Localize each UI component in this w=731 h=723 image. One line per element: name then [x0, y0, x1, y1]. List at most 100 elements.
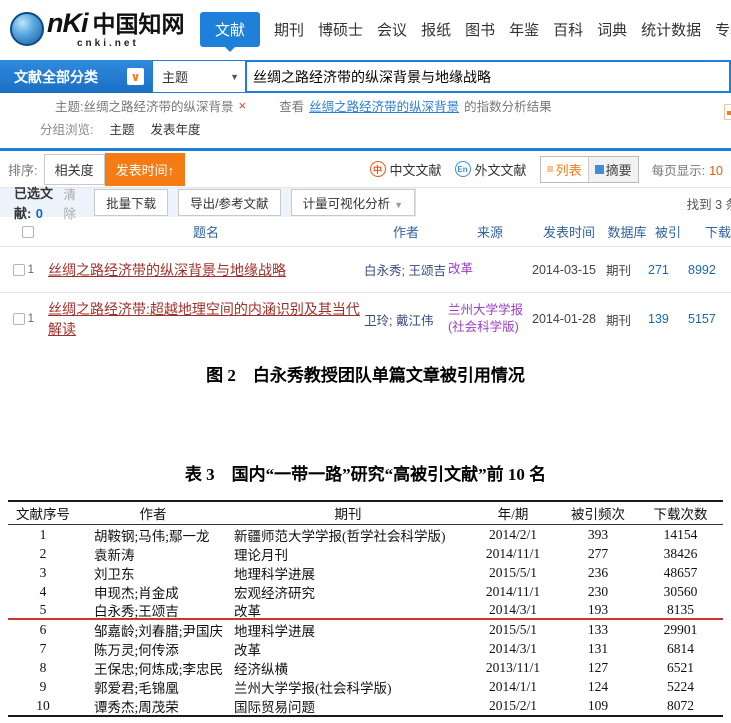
nav-item-tushu[interactable]: 图书 — [465, 19, 495, 40]
nav-item-baozhi[interactable]: 报纸 — [421, 19, 451, 40]
metrics-analysis-button[interactable]: 计量可视化分析▼ — [291, 189, 415, 216]
chinese-lit-toggle[interactable]: 中 中文文献 — [370, 160, 442, 179]
sort-toolbar: 排序: 相关度 发表时间↑ 中 中文文献 En 外文文献 ≡ 列表 摘要 — [0, 151, 731, 188]
abstract-view-button[interactable]: 摘要 — [588, 157, 638, 182]
search-field-value: 主题 — [162, 67, 188, 86]
index-analysis-link[interactable]: 丝绸之路经济带的纵深背景 — [309, 96, 459, 115]
article-downloads-link[interactable]: 5157 — [688, 312, 731, 326]
col-database[interactable]: 数据库 — [606, 222, 648, 241]
figure2-caption: 图 2 白永秀教授团队单篇文章被引用情况 — [0, 361, 731, 386]
table3-header: 文献序号 作者 期刊 年/期 被引频次 下载次数 — [8, 502, 723, 525]
select-all-checkbox[interactable] — [22, 226, 34, 238]
result-count-text: 找到 3 条 — [687, 194, 731, 213]
article-authors[interactable]: 白永秀; 王颂吉 — [364, 260, 448, 279]
nav-item-cidian[interactable]: 词典 — [597, 19, 627, 40]
col-cites[interactable]: 被引 — [648, 222, 688, 241]
cnki-logo[interactable]: nKi 中国知网 cnki.net — [10, 10, 188, 49]
globe-icon — [10, 12, 44, 46]
nav-item-boshuoshi[interactable]: 博硕士 — [318, 19, 363, 40]
clear-selection-button[interactable]: 清除 — [64, 184, 79, 222]
article-source-link[interactable]: 兰州大学学报(社会科学版) — [448, 302, 532, 336]
col-date[interactable]: 发表时间 — [532, 222, 606, 241]
table-row: 10谭秀杰;周茂荣国际贸易问题2015/2/11098072 — [8, 696, 723, 715]
category-toggle-icon[interactable]: ∨ — [127, 68, 144, 85]
foreign-lit-toggle[interactable]: En 外文文献 — [455, 160, 527, 179]
row-checkbox[interactable] — [13, 264, 25, 276]
sort-label: 排序: — [8, 160, 38, 179]
category-selector[interactable]: 文献全部分类 ∨ — [0, 60, 152, 93]
active-tab-arrow — [225, 47, 235, 52]
article-date: 2014-03-15 — [532, 263, 606, 277]
row-checkbox[interactable] — [13, 313, 25, 325]
nav-item-wenxian[interactable]: 文献 — [200, 12, 260, 47]
search-input[interactable] — [245, 60, 731, 93]
result-row: 1 丝绸之路经济带的纵深背景与地缘战略 白永秀; 王颂吉 改革 2014-03-… — [0, 247, 731, 293]
search-row: 文献全部分类 ∨ 主题 ▼ — [0, 60, 731, 93]
remove-filter-icon[interactable]: × — [238, 98, 246, 113]
abstract-icon — [595, 165, 604, 174]
article-source-link[interactable]: 改革 — [448, 261, 473, 278]
sort-time-button[interactable]: 发表时间↑ — [105, 153, 186, 186]
article-cites-link[interactable]: 271 — [648, 263, 688, 277]
chinese-lit-icon: 中 — [370, 161, 386, 177]
view-mode-toggle: ≡ 列表 摘要 — [540, 156, 639, 183]
nav-item-qikan[interactable]: 期刊 — [274, 19, 304, 40]
per-page-control[interactable]: 每页显示:10 — [652, 160, 723, 179]
chevron-down-icon: ▼ — [230, 72, 239, 82]
view-label: 查看 — [279, 96, 304, 115]
filter-tag: 主题:丝绸之路经济带的纵深背景 — [55, 96, 233, 115]
selected-count: 0 — [36, 206, 43, 221]
table-row-highlighted: 5白永秀;王颂吉改革2014/3/11938135 — [8, 601, 723, 620]
logo-nki-text: nKi — [47, 10, 88, 37]
col-title[interactable]: 题名 — [34, 222, 364, 241]
table-row: 1胡鞍钢;马伟;鄢一龙新疆师范大学学报(哲学社会科学版)2014/2/13931… — [8, 525, 723, 544]
per-page-value[interactable]: 10 — [709, 164, 723, 178]
article-date: 2014-01-28 — [532, 312, 606, 326]
article-database: 期刊 — [606, 310, 648, 329]
nav-item-zhuanli[interactable]: 专利 — [715, 19, 731, 40]
table-row: 6邹嘉龄;刘春腊;尹国庆地理科学进展2015/5/113329901 — [8, 620, 723, 639]
category-label: 文献全部分类 — [14, 67, 98, 87]
list-icon: ≡ — [547, 162, 554, 176]
chevron-down-icon: ▼ — [394, 200, 403, 210]
main-nav: 文献 期刊 博硕士 会议 报纸 图书 年鉴 百科 词典 统计数据 专利 标准 — [200, 12, 731, 47]
table-row: 9郭爱君;毛锦凰兰州大学学报(社会科学版)2014/1/11245224 — [8, 677, 723, 696]
view-suffix: 的指数分析结果 — [464, 96, 552, 115]
selected-label: 已选文献: — [14, 186, 53, 221]
nav-item-tongjishuju[interactable]: 统计数据 — [641, 19, 701, 40]
col-authors[interactable]: 作者 — [364, 222, 448, 241]
table3-title: 表 3 国内“一带一路”研究“高被引文献”前 10 名 — [0, 460, 731, 485]
table-row: 2袁新涛理论月刊2014/11/127738426 — [8, 544, 723, 563]
article-cites-link[interactable]: 139 — [648, 312, 688, 326]
table-row: 3刘卫东地理科学进展2015/5/123648657 — [8, 563, 723, 582]
table-row: 8王保忠;何炼成;李忠民经济纵横2013/11/11276521 — [8, 658, 723, 677]
article-downloads-link[interactable]: 8992 — [688, 263, 731, 277]
group-item-theme[interactable]: 主题 — [109, 119, 134, 138]
nav-item-huiyi[interactable]: 会议 — [377, 19, 407, 40]
nav-item-baike[interactable]: 百科 — [553, 19, 583, 40]
article-database: 期刊 — [606, 260, 648, 279]
table-row: 4申现杰;肖金成宏观经济研究2014/11/123030560 — [8, 582, 723, 601]
nav-item-nianjian[interactable]: 年鉴 — [509, 19, 539, 40]
table-row: 7陈万灵;何传添改革2014/3/11316814 — [8, 639, 723, 658]
foreign-lit-icon: En — [455, 161, 471, 177]
list-view-button[interactable]: ≡ 列表 — [541, 157, 588, 182]
cnki-header: nKi 中国知网 cnki.net 文献 期刊 博硕士 会议 报纸 图书 年鉴 … — [0, 0, 731, 58]
selection-toolbar: 已选文献: 0 清除 批量下载 导出/参考文献 计量可视化分析▼ 找到 3 条 — [0, 188, 731, 217]
table3: 文献序号 作者 期刊 年/期 被引频次 下载次数 1胡鞍钢;马伟;鄢一龙新疆师范… — [8, 500, 723, 717]
sort-relevance-button[interactable]: 相关度 — [44, 154, 105, 185]
logo-domain-text: cnki.net — [77, 39, 185, 49]
export-refs-button[interactable]: 导出/参考文献 — [178, 189, 280, 216]
article-title-link[interactable]: 丝绸之路经济带的纵深背景与地缘战略 — [48, 262, 286, 278]
article-title-link[interactable]: 丝绸之路经济带:超越地理空间的内涵识别及其当代解读 — [48, 301, 360, 337]
edge-partial-widget[interactable] — [724, 104, 731, 120]
batch-download-button[interactable]: 批量下载 — [94, 189, 168, 216]
col-source[interactable]: 来源 — [448, 222, 532, 241]
search-field-dropdown[interactable]: 主题 ▼ — [152, 60, 245, 93]
result-row: 1 丝绸之路经济带:超越地理空间的内涵识别及其当代解读 卫玲; 戴江伟 兰州大学… — [0, 293, 731, 345]
group-label: 分组浏览: — [40, 119, 93, 138]
col-downloads[interactable]: 下载 — [688, 222, 731, 241]
group-item-year[interactable]: 发表年度 — [151, 119, 201, 138]
article-authors[interactable]: 卫玲; 戴江伟 — [364, 310, 448, 329]
filter-row: 主题:丝绸之路经济带的纵深背景 × 查看 丝绸之路经济带的纵深背景 的指数分析结… — [0, 93, 731, 117]
